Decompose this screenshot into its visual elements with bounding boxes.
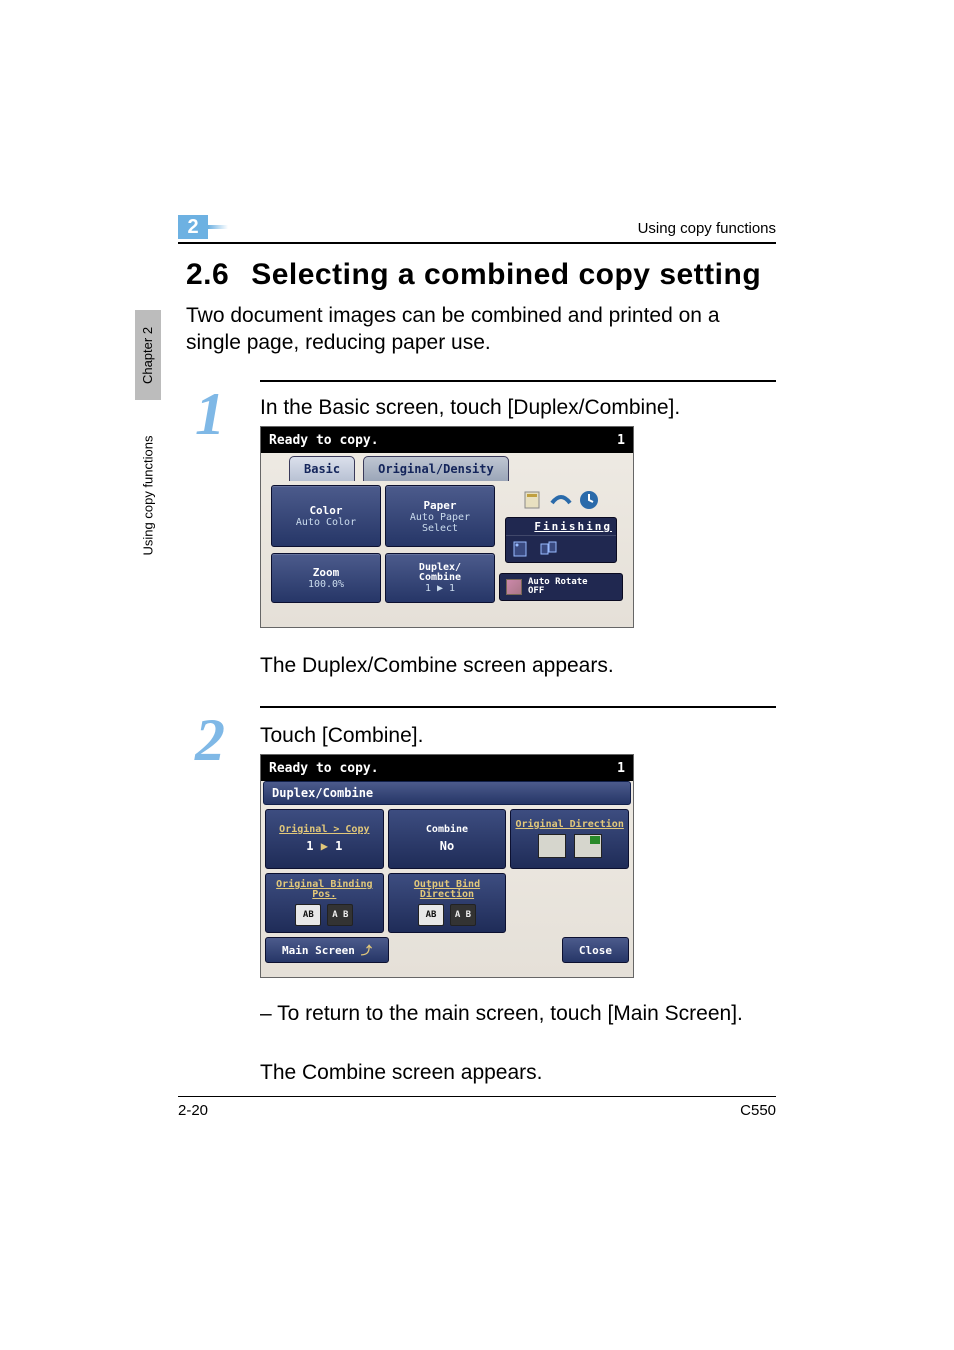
- tab-row: Basic Original/Density: [261, 453, 633, 481]
- duplex-combine-title-bar: Duplex/Combine: [263, 781, 631, 805]
- ab-icon-light-2: AB: [418, 904, 444, 926]
- section-title: 2.6 Selecting a combined copy setting: [186, 258, 761, 292]
- empty-cell: [510, 873, 629, 933]
- original-copy-title: Original > Copy: [279, 825, 369, 835]
- output-bind-direction-button[interactable]: Output Bind Direction AB A B: [388, 873, 507, 933]
- duplex-value: 1 ▶ 1: [425, 584, 455, 594]
- header-decoration: [208, 225, 228, 229]
- status-count: 1: [617, 433, 625, 448]
- auto-rotate-button[interactable]: Auto Rotate OFF: [499, 573, 623, 601]
- ab-icon-dark-1: A B: [327, 904, 353, 926]
- original-direction-title: Original Direction: [515, 820, 623, 830]
- screenshot-basic-screen: Ready to copy. 1 Basic Original/Density …: [260, 426, 634, 628]
- zoom-value: 100.0%: [308, 580, 344, 590]
- ab-icon-dark-2: A B: [450, 904, 476, 926]
- up-arrow-icon: ⤴: [361, 942, 372, 958]
- step1-number: 1: [195, 380, 225, 449]
- main-screen-label: Main Screen: [282, 944, 355, 957]
- finishing-icons: [506, 536, 616, 562]
- original-binding-pos-button[interactable]: Original Binding Pos. AB A B: [265, 873, 384, 933]
- screenshot-duplex-combine: Ready to copy. 1 Duplex/Combine Original…: [260, 754, 634, 978]
- section-title-number: 2.6: [186, 258, 229, 291]
- bottom-row: Main Screen ⤴ Close: [261, 937, 633, 963]
- duplex-title-l2: Combine: [419, 572, 461, 583]
- doc-icon-1: [522, 489, 544, 511]
- auto-rotate-icon: [506, 579, 522, 595]
- footer-model: C550: [740, 1102, 776, 1119]
- doc-icons-row: [522, 485, 600, 515]
- status-text-2: Ready to copy.: [269, 761, 379, 776]
- basic-main-area: Color Auto Color Zoom 100.0% Paper Auto …: [261, 481, 633, 603]
- paper-value-l2: Select: [422, 524, 458, 534]
- color-button[interactable]: Color Auto Color: [271, 485, 381, 547]
- step2-rule: [260, 706, 776, 708]
- tab-basic[interactable]: Basic: [289, 456, 355, 481]
- auto-rotate-l2: OFF: [528, 587, 588, 596]
- staple-icon: [512, 540, 530, 558]
- paper-title: Paper: [423, 499, 456, 512]
- ab-icon-light-1: AB: [295, 904, 321, 926]
- original-copy-value: 1 ▶ 1: [306, 839, 342, 853]
- paper-button[interactable]: Paper Auto Paper Select: [385, 485, 495, 547]
- combine-title: Combine: [426, 825, 468, 835]
- tab-original-density[interactable]: Original/Density: [363, 456, 509, 481]
- step2-note-line: – To return to the main screen, touch [M…: [260, 1000, 776, 1027]
- combine-value: No: [440, 839, 454, 853]
- side-tab: Chapter 2 Using copy functions: [135, 310, 161, 580]
- zoom-button[interactable]: Zoom 100.0%: [271, 553, 381, 603]
- side-using-label: Using copy functions: [135, 410, 161, 580]
- orientation-icon-2: [574, 834, 602, 858]
- footer-rule: [178, 1096, 776, 1097]
- step2-text: Touch [Combine].: [260, 722, 776, 749]
- intro-paragraph: Two document images can be combined and …: [186, 302, 776, 357]
- paper-value-l1: Auto Paper: [410, 513, 470, 523]
- side-using-text: Using copy functions: [141, 435, 156, 555]
- header-section-number: 2: [178, 215, 208, 239]
- header-running-title: Using copy functions: [638, 220, 776, 237]
- status-bar: Ready to copy. 1: [261, 427, 633, 453]
- sort-icon: [540, 540, 558, 558]
- step1-text: In the Basic screen, touch [Duplex/Combi…: [260, 394, 776, 421]
- side-chapter-text: Chapter 2: [141, 326, 156, 383]
- original-direction-button[interactable]: Original Direction: [510, 809, 629, 869]
- side-chapter-label: Chapter 2: [135, 310, 161, 400]
- original-binding-title: Original Binding Pos.: [266, 880, 383, 900]
- output-bind-title: Output Bind Direction: [389, 880, 506, 900]
- close-button[interactable]: Close: [562, 937, 629, 963]
- color-value: Auto Color: [296, 518, 356, 528]
- finishing-button[interactable]: Finishing: [505, 517, 617, 563]
- finishing-label: Finishing: [506, 518, 616, 536]
- zoom-title: Zoom: [313, 566, 340, 579]
- duplex-combine-button[interactable]: Duplex/ Combine 1 ▶ 1: [385, 553, 495, 603]
- status-text: Ready to copy.: [269, 433, 379, 448]
- doc-icon-3: [578, 489, 600, 511]
- step2-note: – To return to the main screen, touch [M…: [260, 1000, 776, 1027]
- duplex-options-grid: Original > Copy 1 ▶ 1 Combine No Origina…: [261, 805, 633, 937]
- main-screen-button[interactable]: Main Screen ⤴: [265, 937, 389, 963]
- header-rule: [178, 242, 776, 244]
- doc-icon-2: [550, 489, 572, 511]
- step1-rule: [260, 380, 776, 382]
- footer-page-number: 2-20: [178, 1102, 208, 1119]
- orientation-icon-1: [538, 834, 566, 858]
- step2-result-text: The Combine screen appears.: [260, 1059, 776, 1086]
- combine-button[interactable]: Combine No: [388, 809, 507, 869]
- original-direction-icons: [538, 834, 602, 858]
- step1-result-text: The Duplex/Combine screen appears.: [260, 652, 776, 679]
- status-count-2: 1: [617, 761, 625, 776]
- step2-number: 2: [195, 706, 225, 775]
- section-title-text: Selecting a combined copy setting: [251, 258, 761, 291]
- color-title: Color: [309, 504, 342, 517]
- status-bar-2: Ready to copy. 1: [261, 755, 633, 781]
- original-copy-button[interactable]: Original > Copy 1 ▶ 1: [265, 809, 384, 869]
